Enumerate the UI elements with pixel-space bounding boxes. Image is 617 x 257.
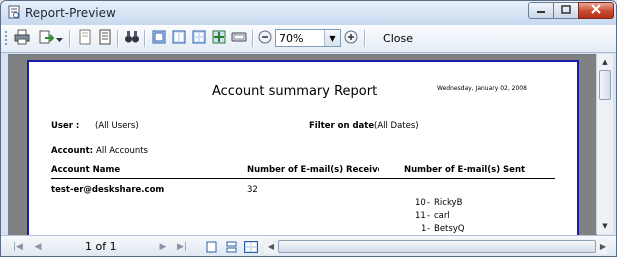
multi-page-icon[interactable] [243,240,259,253]
column-header-sent: Number of E-mail(s) Sent [404,165,526,175]
row-account: test-er@deskshare.com [51,185,165,195]
toolbar-separator [364,30,366,47]
export-button[interactable] [38,29,55,48]
zoom-select[interactable]: 70% ▼ [275,29,341,47]
single-page-icon [151,29,167,48]
scroll-left-icon[interactable]: ◀ [264,239,278,254]
zoom-value: 70% [279,32,304,45]
preview-viewport: Account summary Report Wednesday, Januar… [8,54,597,236]
print-button[interactable] [14,29,30,48]
row-received: 32 [247,185,258,195]
export-icon [38,29,55,48]
window-close-button[interactable] [578,2,614,19]
zoom-in-icon [344,30,358,47]
single-page-view-button[interactable] [151,30,167,46]
toolbar-separator [117,30,119,47]
multi-page-icon [211,29,227,48]
report-page: Account summary Report Wednesday, Januar… [27,60,579,235]
close-preview-button[interactable]: Close [373,30,423,47]
page-indicator: 1 of 1 [85,240,117,253]
zoom-out-icon [258,30,272,47]
page-setup-icon [77,29,93,48]
two-page-icon [171,29,187,48]
find-button[interactable] [124,30,140,46]
vertical-scrollbar[interactable]: ▲ ▼ [596,54,613,234]
user-label: User : [51,121,80,131]
report-preview-window: Report-Preview 70% ▼ Close Account summa… [0,0,617,257]
filter-value: (All Dates) [374,121,419,131]
maximize-icon [561,4,571,17]
toolbar-separator [144,30,146,47]
previous-page-icon[interactable]: ◀ [31,240,45,253]
minimize-icon [536,4,546,17]
report-date: Wednesday, January 02, 2008 [437,85,527,92]
chevron-down-icon [55,32,63,45]
account-label: Account: [51,146,94,156]
horizontal-scroll-thumb[interactable] [278,240,596,253]
horizontal-scrollbar[interactable]: ◀ ▶ [264,239,607,254]
first-page-icon[interactable]: |◀ [11,240,25,253]
filter-label: Filter on date [309,121,375,131]
two-page-view-button[interactable] [171,30,187,46]
sent-name: RickyB [434,198,463,208]
print-icon [14,29,30,48]
page-setup-button[interactable] [77,29,93,48]
user-value: (All Users) [95,121,139,131]
vertical-scroll-thumb[interactable] [599,70,611,100]
header-divider [51,178,555,179]
continuous-page-icon[interactable] [224,240,238,253]
export-dropdown[interactable] [55,30,63,46]
window-title: Report-Preview [25,6,116,20]
toggle-view-icon [231,29,247,48]
sent-count: 1 [421,224,427,234]
zoom-out-button[interactable] [257,30,273,46]
zoom-in-button[interactable] [343,30,359,46]
toolbar-grip[interactable] [5,31,7,47]
column-header-received: Number of E-mail(s) Receivec [247,165,379,175]
four-page-icon [191,29,207,48]
scroll-up-icon[interactable]: ▲ [597,54,613,70]
page-icon [97,29,113,48]
minimize-button[interactable] [528,2,554,19]
toolbar: 70% ▼ Close [1,25,616,53]
scroll-right-icon[interactable]: ▶ [596,239,610,254]
maximize-button[interactable] [553,2,579,19]
last-page-icon[interactable]: ▶| [175,240,189,253]
toolbar-separator [252,30,254,47]
toolbar-separator [69,30,71,47]
four-page-view-button[interactable] [191,30,207,46]
toggle-view-button[interactable] [231,30,247,46]
scroll-down-icon[interactable]: ▼ [597,218,613,234]
sent-name: BetsyQ [434,224,465,234]
sent-count: 10 [415,198,426,208]
single-page-icon[interactable] [204,240,218,253]
chevron-down-icon[interactable]: ▼ [324,30,340,46]
close-icon [591,4,601,17]
account-value: All Accounts [96,146,148,156]
status-bar: |◀ ◀ 1 of 1 ▶ ▶| ◀ ▶ [1,235,616,256]
report-app-icon [7,5,21,19]
title-bar: Report-Preview [1,1,616,25]
next-page-icon[interactable]: ▶ [156,240,170,253]
sent-count: 11 [415,211,426,221]
sent-name: carl [434,211,450,221]
page-button[interactable] [97,29,113,48]
binoculars-icon [124,29,140,48]
report-title: Account summary Report [212,84,378,99]
column-header-account: Account Name [51,165,121,175]
multi-page-view-button[interactable] [211,30,227,46]
